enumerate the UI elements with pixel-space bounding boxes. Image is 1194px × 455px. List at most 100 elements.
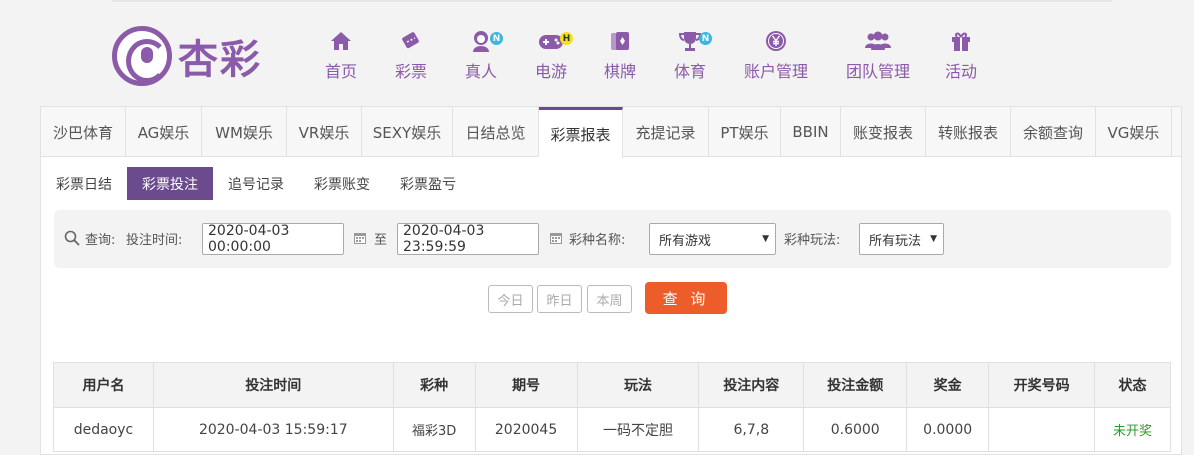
column-header: 投注时间 (152, 362, 394, 408)
brand-name: 杏彩 (178, 37, 262, 83)
bet-amount-cell: 0.6000 (803, 407, 908, 452)
nav-egames[interactable]: H 电游 (516, 28, 586, 82)
issue-cell: 2020045 (474, 407, 578, 452)
tab-daily-overview[interactable]: 日结总览 (453, 107, 539, 157)
main-nav: 首页 彩票 N 真人 H 电游 棋牌 N 体育 账户管理 团队管理 活动 (306, 28, 992, 82)
logo-emblem-icon (112, 26, 172, 86)
nav-label: 首页 (324, 62, 357, 81)
cards-icon (608, 28, 632, 54)
tab-balance-change[interactable]: 账变报表 (841, 107, 926, 157)
nav-home[interactable]: 首页 (306, 28, 376, 82)
column-header: 开奖号码 (988, 362, 1096, 408)
column-header: 状态 (1094, 362, 1171, 408)
column-header: 投注内容 (698, 362, 805, 408)
lottery-subtabs: 彩票日结 彩票投注 追号记录 彩票账变 彩票盈亏 (41, 167, 471, 200)
tab-vr[interactable]: VR娱乐 (287, 107, 362, 157)
username-cell: dedaoyc (53, 407, 154, 452)
nav-label: 彩票 (394, 62, 427, 81)
play-type-label: 彩种玩法: (784, 233, 841, 248)
bet-time-label: 投注时间: (126, 233, 183, 248)
tab-wm[interactable]: WM娱乐 (202, 107, 287, 157)
tab-pt[interactable]: PT娱乐 (709, 107, 781, 157)
column-header: 彩种 (392, 362, 476, 408)
home-icon (329, 28, 353, 54)
to-label: 至 (374, 233, 388, 248)
nav-team[interactable]: 团队管理 (826, 28, 930, 82)
chevron-down-icon: ▼ (762, 234, 769, 244)
trophy-icon (678, 28, 702, 54)
nav-label: 体育 (673, 62, 706, 81)
play-select[interactable]: 所有玩法 ▼ (859, 223, 944, 255)
column-header: 投注金额 (803, 362, 908, 408)
end-time-input[interactable]: 2020-04-03 23:59:59 (397, 223, 539, 255)
calendar-icon[interactable] (549, 231, 563, 245)
subtab-profit-loss[interactable]: 彩票盈亏 (385, 167, 471, 200)
status-cell: 未开奖 (1094, 407, 1171, 452)
prize-cell: 0.0000 (906, 407, 990, 452)
search-button[interactable]: 查 询 (645, 282, 727, 314)
new-badge: N (699, 32, 712, 45)
game-name-label: 彩种名称: (569, 233, 626, 248)
column-header: 期号 (474, 362, 578, 408)
game-select[interactable]: 所有游戏 ▼ (649, 223, 776, 255)
nav-promotions[interactable]: 活动 (930, 28, 992, 82)
nav-live[interactable]: N 真人 (446, 28, 516, 82)
chevron-down-icon: ▼ (930, 234, 937, 244)
tab-deposit-withdraw[interactable]: 充提记录 (623, 107, 709, 157)
tab-saba-sports[interactable]: 沙巴体育 (41, 107, 126, 157)
subtab-chase[interactable]: 追号记录 (213, 167, 299, 200)
nav-label: 活动 (944, 62, 977, 81)
search-icon (64, 230, 80, 246)
nav-lottery[interactable]: 彩票 (376, 28, 446, 82)
table-header-row: 用户名 投注时间 彩种 期号 玩法 投注内容 投注金额 奖金 开奖号码 状态 (53, 362, 1171, 408)
column-header: 奖金 (906, 362, 990, 408)
draw-number-cell (988, 407, 1096, 452)
live-dealer-icon (469, 28, 493, 54)
nav-cards[interactable]: 棋牌 (586, 28, 654, 82)
header: 杏彩 首页 彩票 N 真人 H 电游 棋牌 N 体育 账户管理 团队管理 活动 (0, 0, 1194, 106)
tab-lottery-report[interactable]: 彩票报表 (539, 107, 623, 158)
start-time-input[interactable]: 2020-04-03 00:00:00 (202, 223, 344, 255)
subtab-daily[interactable]: 彩票日结 (41, 167, 127, 200)
yesterday-button[interactable]: 昨日 (537, 285, 582, 313)
column-header: 玩法 (576, 362, 700, 408)
play-cell: 一码不定胆 (576, 407, 700, 452)
this-week-button[interactable]: 本周 (587, 285, 632, 313)
calendar-icon[interactable] (353, 231, 367, 245)
table-row: dedaoyc 2020-04-03 15:59:17 福彩3D 2020045… (53, 407, 1171, 452)
column-header: 用户名 (53, 362, 154, 408)
report-panel: 沙巴体育 AG娱乐 WM娱乐 VR娱乐 SEXY娱乐 日结总览 彩票报表 充提记… (40, 106, 1182, 455)
bets-table: 用户名 投注时间 彩种 期号 玩法 投注内容 投注金额 奖金 开奖号码 状态 d… (53, 362, 1171, 452)
game-select-value: 所有游戏 (659, 233, 712, 249)
nav-label: 真人 (464, 62, 497, 81)
query-label: 查询: (85, 233, 116, 248)
subtab-account-change[interactable]: 彩票账变 (299, 167, 385, 200)
subtab-bets[interactable]: 彩票投注 (127, 167, 213, 200)
nav-label: 账户管理 (743, 62, 808, 81)
tab-ag[interactable]: AG娱乐 (126, 107, 202, 157)
nav-label: 电游 (534, 62, 567, 81)
nav-account[interactable]: 账户管理 (726, 28, 826, 82)
tab-balance-query[interactable]: 余额查询 (1011, 107, 1096, 157)
tab-bbin[interactable]: BBIN (781, 107, 841, 157)
hot-badge: H (560, 32, 573, 45)
game-cell: 福彩3D (392, 407, 476, 452)
team-icon (864, 28, 892, 54)
brand-logo[interactable]: 杏彩 (112, 26, 262, 86)
tab-vg[interactable]: VG娱乐 (1096, 107, 1172, 157)
tab-sexy[interactable]: SEXY娱乐 (362, 107, 453, 157)
nav-sports[interactable]: N 体育 (654, 28, 726, 82)
nav-label: 棋牌 (603, 62, 636, 81)
report-tabs: 沙巴体育 AG娱乐 WM娱乐 VR娱乐 SEXY娱乐 日结总览 彩票报表 充提记… (41, 107, 1181, 158)
bet-content-cell: 6,7,8 (698, 407, 805, 452)
today-button[interactable]: 今日 (488, 285, 533, 313)
query-bar: 查询: 投注时间: 2020-04-03 00:00:00 至 2020-04-… (54, 210, 1171, 268)
tab-transfer-report[interactable]: 转账报表 (926, 107, 1011, 157)
gift-icon (949, 28, 973, 54)
play-select-value: 所有玩法 (869, 233, 922, 249)
bet-time-cell: 2020-04-03 15:59:17 (152, 407, 394, 452)
yen-coin-icon (764, 28, 788, 54)
lottery-ticket-icon (399, 28, 423, 54)
new-badge: N (490, 32, 503, 45)
nav-label: 团队管理 (845, 62, 910, 81)
